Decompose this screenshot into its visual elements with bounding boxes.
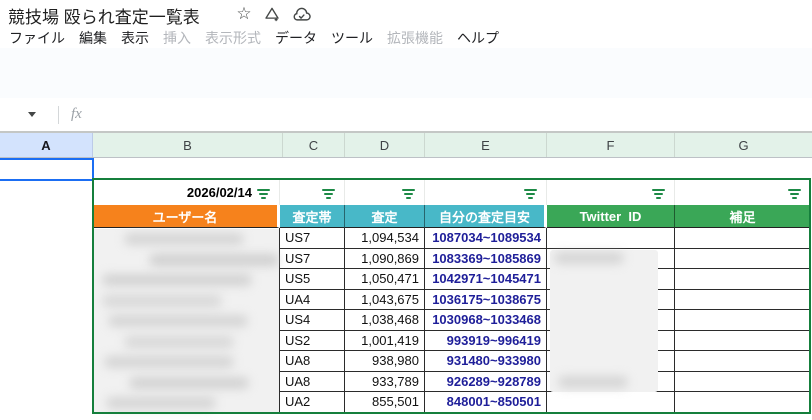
- filter-cell[interactable]: [547, 180, 675, 205]
- header-assessment[interactable]: 査定: [345, 205, 425, 228]
- cell-note[interactable]: [675, 372, 810, 393]
- redacted-usernames: [94, 229, 279, 412]
- header-band[interactable]: 査定帯: [280, 205, 345, 228]
- column-header-e[interactable]: E: [425, 133, 547, 157]
- cell-my-range[interactable]: 1036175~1038675: [425, 290, 547, 311]
- document-title[interactable]: 競技場 殴られ査定一覧表: [8, 3, 200, 28]
- formula-bar-divider: [58, 106, 59, 124]
- cell-my-range[interactable]: 926289~928789: [425, 372, 547, 393]
- menu-format: 表示形式: [198, 26, 268, 50]
- cell-band[interactable]: UA8: [280, 351, 345, 372]
- menu-data[interactable]: データ: [268, 26, 324, 50]
- cell-assessment[interactable]: 855,501: [345, 392, 425, 413]
- menu-tools[interactable]: ツール: [324, 26, 380, 50]
- cell-band[interactable]: UA8: [280, 372, 345, 393]
- filter-cell[interactable]: [675, 180, 810, 205]
- filter-icon[interactable]: [788, 189, 801, 199]
- cell-assessment[interactable]: 1,050,471: [345, 269, 425, 290]
- filter-cell[interactable]: [280, 180, 345, 205]
- sheet-grid: 2026/02/14: [0, 158, 812, 420]
- column-header-row: A B C D E F G: [0, 132, 812, 158]
- cloud-saved-icon[interactable]: [291, 4, 311, 24]
- titlebar: 競技場 殴られ査定一覧表 ☆: [0, 0, 812, 26]
- cell-assessment[interactable]: 938,980: [345, 351, 425, 372]
- cell-assessment[interactable]: 1,001,419: [345, 331, 425, 352]
- name-box-dropdown[interactable]: [28, 112, 36, 117]
- filter-header-row: 2026/02/14: [93, 180, 810, 205]
- cell-my-range[interactable]: 848001~850501: [425, 392, 547, 413]
- cell-my-range[interactable]: 1030968~1033468: [425, 310, 547, 331]
- menu-edit[interactable]: 編集: [72, 26, 114, 50]
- cell-assessment[interactable]: 1,043,675: [345, 290, 425, 311]
- cell-assessment[interactable]: 933,789: [345, 372, 425, 393]
- column-header-b[interactable]: B: [93, 133, 283, 157]
- star-icon[interactable]: ☆: [234, 4, 254, 24]
- cell-band[interactable]: UA4: [280, 290, 345, 311]
- column-header-g[interactable]: G: [675, 133, 812, 157]
- cell-twitter-id[interactable]: [547, 228, 675, 249]
- column-header-f[interactable]: F: [547, 133, 675, 157]
- filter-icon[interactable]: [652, 189, 665, 199]
- cell-note[interactable]: [675, 249, 810, 270]
- header-note[interactable]: 補足: [675, 205, 810, 228]
- cell-my-range[interactable]: 993919~996419: [425, 331, 547, 352]
- header-twitter-id[interactable]: Twitter ID: [547, 205, 675, 228]
- column-header-d[interactable]: D: [345, 133, 425, 157]
- menu-bar: ファイル 編集 表示 挿入 表示形式 データ ツール 拡張機能 ヘルプ: [2, 27, 506, 49]
- cell-band[interactable]: US7: [280, 228, 345, 249]
- menu-extensions: 拡張機能: [380, 26, 450, 50]
- menu-view[interactable]: 表示: [114, 26, 156, 50]
- cell-band[interactable]: US5: [280, 269, 345, 290]
- cell-band[interactable]: UA2: [280, 392, 345, 413]
- redacted-twitter-ids: [550, 250, 658, 392]
- cell-assessment[interactable]: 1,038,468: [345, 310, 425, 331]
- cell-note[interactable]: [675, 290, 810, 311]
- column-header-c[interactable]: C: [283, 133, 345, 157]
- google-sheets-app: 競技場 殴られ査定一覧表 ☆ ファイル 編集 表示 挿入 表示形式 データ ツー…: [0, 0, 812, 420]
- menu-help[interactable]: ヘルプ: [450, 26, 506, 50]
- add-shortcut-to-drive-icon[interactable]: [262, 4, 282, 24]
- menu-insert: 挿入: [156, 26, 198, 50]
- filter-date: 2026/02/14: [93, 185, 279, 200]
- cell-note[interactable]: [675, 351, 810, 372]
- cell-my-range[interactable]: 1083369~1085869: [425, 249, 547, 270]
- fx-label: fx: [71, 106, 82, 123]
- cell-note[interactable]: [675, 392, 810, 413]
- cell-twitter-id[interactable]: [547, 392, 675, 413]
- formula-bar: fx: [0, 98, 812, 132]
- menu-file[interactable]: ファイル: [2, 26, 72, 50]
- header-username[interactable]: ユーザー名: [93, 205, 280, 228]
- header-my-range[interactable]: 自分の査定目安: [425, 205, 547, 228]
- column-header-a[interactable]: A: [0, 133, 93, 157]
- cell-note[interactable]: [675, 331, 810, 352]
- cell-assessment[interactable]: 1,094,534: [345, 228, 425, 249]
- filter-icon[interactable]: [322, 189, 335, 199]
- cell-my-range[interactable]: 1042971~1045471: [425, 269, 547, 290]
- date-cell[interactable]: 2026/02/14: [93, 180, 280, 205]
- cell-band[interactable]: US7: [280, 249, 345, 270]
- filter-cell[interactable]: [345, 180, 425, 205]
- cell-band[interactable]: US2: [280, 331, 345, 352]
- cell-note[interactable]: [675, 269, 810, 290]
- cell-note[interactable]: [675, 228, 810, 249]
- cell-assessment[interactable]: 1,090,869: [345, 249, 425, 270]
- active-cell-selection: [0, 158, 94, 181]
- filter-icon[interactable]: [257, 189, 270, 199]
- cell-band[interactable]: US4: [280, 310, 345, 331]
- table-header-row: ユーザー名 査定帯 査定 自分の査定目安 Twitter ID 補足: [93, 205, 810, 228]
- filter-icon[interactable]: [402, 189, 415, 199]
- cell-my-range[interactable]: 931480~933980: [425, 351, 547, 372]
- cell-note[interactable]: [675, 310, 810, 331]
- filter-icon[interactable]: [524, 189, 537, 199]
- filter-cell[interactable]: [425, 180, 547, 205]
- cell-my-range[interactable]: 1087034~1089534: [425, 228, 547, 249]
